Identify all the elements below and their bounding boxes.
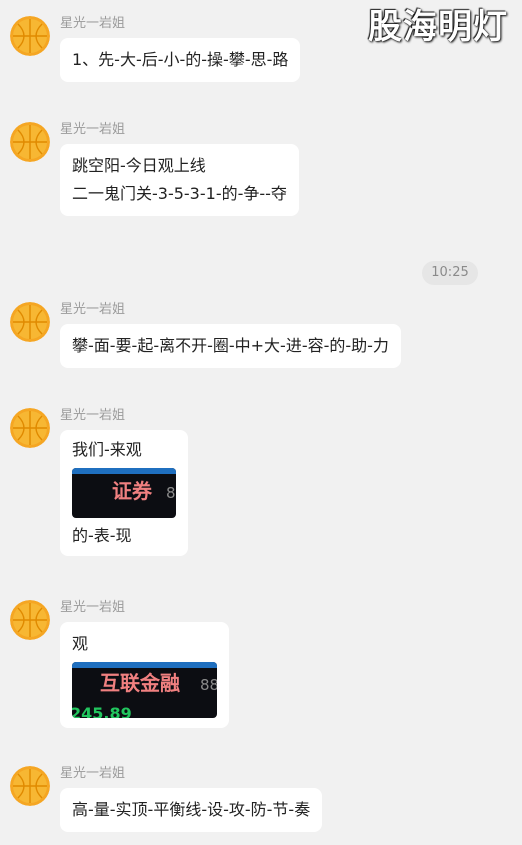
thumbnail-title: 证券 <box>112 479 152 503</box>
message-bubble[interactable]: 我们-来观 证券 8 的-表-现 <box>60 430 188 556</box>
message-text: 攀-面-要-起-离不开-圈-中+大-进-容-的-助-力 <box>72 336 389 355</box>
avatar[interactable] <box>10 600 50 640</box>
message-bubble[interactable]: 跳空阳-今日观上线 二一鬼门关-3-5-3-1-的-争--夺 <box>60 144 299 216</box>
sender-name: 星光一岩姐 <box>60 600 126 615</box>
thumbnail-number: 88 <box>200 676 217 694</box>
thumbnail-title: 互联金融 <box>100 671 180 695</box>
avatar[interactable] <box>10 766 50 806</box>
message-bubble[interactable]: 观 互联金融 88 245.89 <box>60 622 229 728</box>
thumbnail-header-bar <box>72 468 176 474</box>
message-text: 1、先-大-后-小-的-操-攀-思-路 <box>72 50 289 69</box>
message-text-line: 二一鬼门关-3-5-3-1-的-争--夺 <box>72 184 287 203</box>
message-bubble[interactable]: 高-量-实顶-平衡线-设-攻-防-节-奏 <box>60 788 323 832</box>
sender-name: 星光一岩姐 <box>60 16 126 31</box>
timestamp-divider: 10:25 <box>422 261 478 285</box>
message-text-line: 我们-来观 <box>72 440 142 459</box>
stock-thumbnail-image[interactable]: 互联金融 88 245.89 <box>72 662 217 718</box>
watermark-logo: 股海明灯 <box>368 7 508 47</box>
thumbnail-header-bar <box>72 662 217 668</box>
basketball-avatar-icon <box>10 408 50 448</box>
thumbnail-price: 245.89 <box>72 704 132 719</box>
basketball-avatar-icon <box>10 302 50 342</box>
basketball-avatar-icon <box>10 600 50 640</box>
sender-name: 星光一岩姐 <box>60 766 126 781</box>
avatar[interactable] <box>10 122 50 162</box>
message-bubble[interactable]: 攀-面-要-起-离不开-圈-中+大-进-容-的-助-力 <box>60 324 401 368</box>
basketball-avatar-icon <box>10 766 50 806</box>
message-text: 高-量-实顶-平衡线-设-攻-防-节-奏 <box>72 800 311 819</box>
stock-thumbnail-image[interactable]: 证券 8 <box>72 468 176 518</box>
basketball-avatar-icon <box>10 122 50 162</box>
avatar[interactable] <box>10 16 50 56</box>
avatar[interactable] <box>10 302 50 342</box>
message-text-line: 跳空阳-今日观上线 <box>72 156 206 175</box>
sender-name: 星光一岩姐 <box>60 302 126 317</box>
sender-name: 星光一岩姐 <box>60 122 126 137</box>
thumbnail-number: 8 <box>166 484 176 502</box>
message-text-line: 观 <box>72 634 89 653</box>
avatar[interactable] <box>10 408 50 448</box>
sender-name: 星光一岩姐 <box>60 408 126 423</box>
message-text-line: 的-表-现 <box>72 526 132 545</box>
message-bubble[interactable]: 1、先-大-后-小-的-操-攀-思-路 <box>60 38 301 82</box>
basketball-avatar-icon <box>10 16 50 56</box>
